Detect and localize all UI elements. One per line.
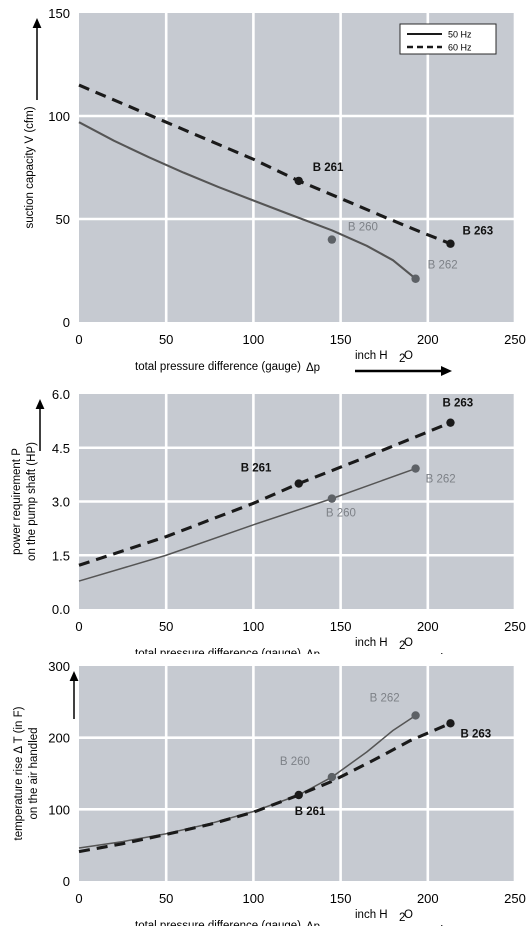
xaxis-title: total pressure difference (gauge) [135, 361, 301, 373]
data-point-b-260[interactable] [327, 772, 337, 782]
point-label-b-262: B 262 [426, 474, 456, 486]
xtick-label: 250 [504, 891, 526, 906]
suction-capacity-plot-area [79, 13, 515, 322]
xtick-label: 250 [504, 619, 526, 634]
yaxis-title-line: on the air handled [28, 727, 40, 819]
xaxis-arrow-head [441, 366, 452, 376]
data-point-b-261[interactable] [294, 176, 303, 186]
charts-stack: B 261 B 263 B 260 B 262 0 50 100 150 0 50 100 150 20… [0, 0, 530, 926]
xaxis-unit: inch H 2O [355, 909, 413, 924]
ytick-label: 200 [48, 731, 70, 746]
data-point-b-263[interactable] [446, 239, 455, 248]
ytick-label: 300 [48, 659, 70, 674]
ytick-label: 0.0 [52, 602, 70, 617]
point-label-b-260: B 260 [348, 222, 378, 234]
xaxis-unit-prefix: inch H [355, 350, 388, 362]
xaxis-unit-prefix: inch H [355, 637, 388, 649]
point-label-b-261: B 261 [241, 463, 272, 475]
xaxis-unit: inch H 2O [355, 637, 413, 652]
xaxis-unit-suffix: O [404, 350, 413, 362]
point-label-b-263: B 263 [442, 398, 473, 410]
ytick-label: 0 [63, 315, 70, 330]
yaxis-title-line: temperature rise Δ T (in F) [13, 706, 25, 840]
point-label-b-260: B 260 [280, 756, 310, 768]
data-point-b-263[interactable] [446, 418, 455, 427]
ytick-label: 0 [63, 874, 70, 889]
data-point-b-260[interactable] [327, 235, 337, 244]
yaxis-title-line: suction capacity V (cfm) [24, 106, 36, 228]
chart-temperature-rise: B 261 B 263 B 260 B 262 0 100 200 300 0 50 100 150 2… [0, 654, 530, 926]
point-label-b-261: B 261 [313, 162, 344, 174]
yaxis-arrow-head [69, 671, 79, 681]
xtick-label: 50 [159, 332, 173, 347]
temperature-rise-plot-area [79, 666, 515, 881]
xaxis-symbol: Δp [306, 921, 320, 926]
data-point-b-261[interactable] [294, 479, 303, 488]
legend-label-60-hz: 60 Hz [448, 43, 472, 53]
legend: 50 Hz 60 Hz [399, 23, 497, 55]
yaxis-arrow-head [35, 399, 45, 409]
point-label-b-263: B 263 [462, 226, 493, 238]
data-point-b-262[interactable] [411, 711, 420, 720]
xaxis-unit-prefix: inch H [355, 909, 388, 921]
xtick-label: 100 [243, 332, 265, 347]
suction-capacity-yaxis-arrow [32, 18, 42, 100]
chart-power-requirement: B 261 B 263 B 260 B 262 0.0 1.5 3.0 4.5 6.0 0 50 10… [0, 382, 530, 654]
yaxis-arrow-head [32, 18, 42, 28]
ytick-label: 100 [48, 802, 70, 817]
temperature-rise-yaxis-arrow [69, 671, 79, 719]
point-label-b-263: B 263 [460, 728, 491, 740]
point-label-b-262: B 262 [428, 260, 458, 272]
data-point-b-262[interactable] [411, 274, 420, 283]
point-label-b-262: B 262 [370, 692, 400, 704]
data-point-b-262[interactable] [411, 464, 420, 473]
data-point-b-260[interactable] [327, 494, 337, 503]
ytick-label: 6.0 [52, 387, 70, 402]
xtick-label: 100 [243, 619, 265, 634]
xaxis-unit-suffix: O [404, 909, 413, 921]
xtick-label: 200 [417, 619, 439, 634]
xtick-label: 100 [243, 891, 265, 906]
xtick-label: 0 [75, 891, 82, 906]
xaxis-unit-suffix: O [404, 637, 413, 649]
yaxis-title-line: power requirement P [11, 448, 23, 555]
suction-capacity-svg: B 261 B 263 B 260 B 262 0 50 100 150 0 50 100 150 20… [24, 6, 526, 376]
data-point-b-263[interactable] [446, 719, 455, 728]
xaxis-symbol: Δp [306, 362, 320, 374]
ytick-label: 3.0 [52, 495, 70, 510]
ytick-label: 100 [48, 109, 70, 124]
xtick-label: 200 [417, 891, 439, 906]
ytick-label: 4.5 [52, 441, 70, 456]
xtick-label: 150 [330, 619, 352, 634]
point-label-b-260: B 260 [326, 508, 356, 520]
xtick-label: 200 [417, 332, 439, 347]
temperature-rise-svg: B 261 B 263 B 260 B 262 0 100 200 300 0 50 100 150 2… [13, 659, 526, 926]
power-requirement-svg: B 261 B 263 B 260 B 262 0.0 1.5 3.0 4.5 6.0 0 50 10… [11, 387, 526, 654]
xaxis-unit: inch H 2O [355, 350, 413, 365]
xtick-label: 50 [159, 619, 173, 634]
yaxis-title-line: on the pump shaft (HP) [26, 442, 38, 561]
xtick-label: 150 [330, 332, 352, 347]
xtick-label: 50 [159, 891, 173, 906]
ytick-label: 50 [56, 212, 70, 227]
ytick-label: 150 [48, 6, 70, 21]
point-label-b-261: B 261 [295, 806, 326, 818]
xtick-label: 150 [330, 891, 352, 906]
ytick-label: 1.5 [52, 548, 70, 563]
xaxis-title: total pressure difference (gauge) [135, 920, 301, 926]
data-point-b-261[interactable] [294, 790, 303, 800]
xtick-label: 0 [75, 619, 82, 634]
legend-label-50-hz: 50 Hz [448, 30, 472, 40]
xtick-label: 250 [504, 332, 526, 347]
xtick-label: 0 [75, 332, 82, 347]
chart-suction-capacity: B 261 B 263 B 260 B 262 0 50 100 150 0 50 100 150 20… [0, 0, 530, 382]
